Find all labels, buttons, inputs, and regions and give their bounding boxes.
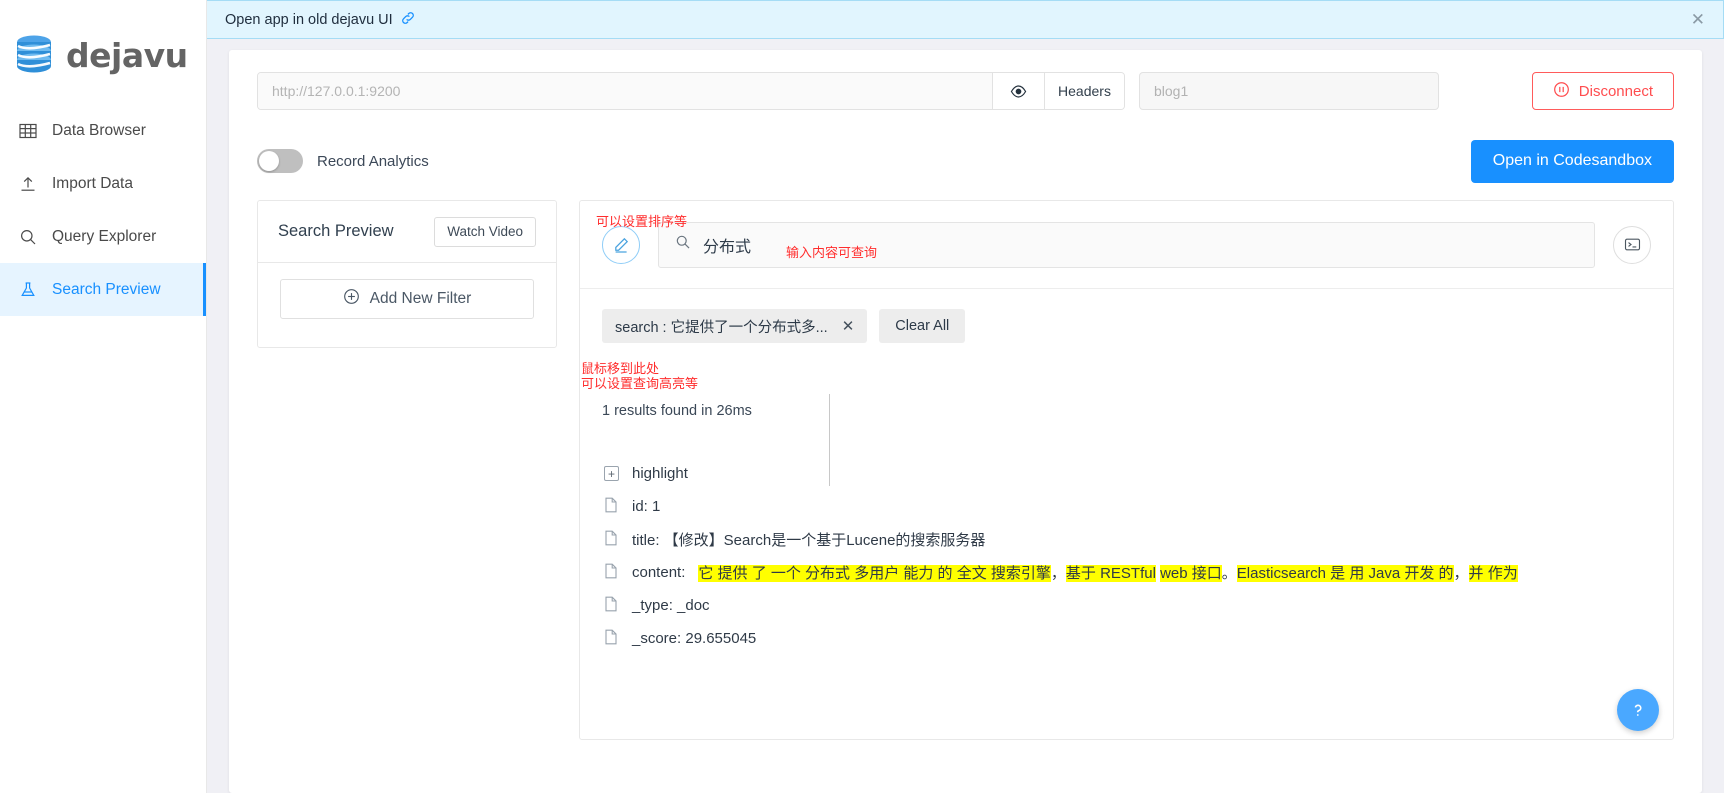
sidebar-item-label: Data Browser: [52, 121, 146, 139]
result-field-label: id: 1: [632, 498, 661, 515]
result-row: title: 【修改】Search是一个基于Lucene的搜索服务器: [592, 523, 1673, 556]
watch-video-button[interactable]: Watch Video: [434, 216, 536, 247]
sidebar-item-label: Query Explorer: [52, 227, 157, 245]
doc-icon: [604, 497, 619, 517]
doc-icon: [604, 563, 619, 583]
filter-chip[interactable]: search : 它提供了一个分布式多... ✕: [602, 309, 868, 343]
headers-button[interactable]: Headers: [1044, 73, 1124, 109]
plus-circle-icon: [343, 288, 360, 310]
search-preview-card-header: Search Preview Watch Video: [258, 201, 556, 263]
main-area: Open app in old dejavu UI ✕ http://127.0…: [207, 0, 1724, 793]
results-meta: 1 results found in 26ms: [602, 403, 752, 419]
filter-chip-label: search : 它提供了一个分布式多...: [615, 319, 828, 336]
result-row: _type: _doc: [592, 589, 1673, 622]
disconnect-label: Disconnect: [1578, 82, 1653, 100]
annotation-hover-here: 鼠标移到此处: [581, 362, 660, 377]
content-panel: Headers Disconnect Record Anal: [229, 50, 1702, 793]
sidebar-item-label: Search Preview: [52, 280, 161, 298]
add-new-filter-label: Add New Filter: [369, 290, 472, 307]
result-field-label: content:: [632, 564, 686, 581]
eye-icon[interactable]: [992, 73, 1044, 109]
result-field-label: _type: _doc: [632, 597, 710, 614]
result-row: content: 它 提供 了 一个 分布式 多用户 能力 的 全文 搜索引擎，…: [592, 556, 1673, 589]
brand-logo: dejavu: [0, 0, 206, 86]
plain-term: ，: [1050, 565, 1066, 582]
sidebar: dejavu Data Browser Import Data Query Ex…: [0, 0, 207, 793]
highlighted-term: 它 提供 了 一个 分布式 多用户 能力 的 全文 搜索引擎: [698, 565, 1051, 582]
search-icon: [675, 234, 691, 255]
banner-text: Open app in old dejavu UI: [225, 11, 393, 28]
brand-name: dejavu: [66, 35, 188, 75]
highlighted-term: 基于 RESTful: [1065, 565, 1156, 582]
close-icon[interactable]: ✕: [1687, 9, 1709, 30]
record-analytics-toggle[interactable]: [257, 149, 303, 173]
result-field-label: title: 【修改】Search是一个基于Lucene的搜索服务器: [632, 532, 986, 549]
plain-term: ，: [1453, 565, 1469, 582]
clear-all-button[interactable]: Clear All: [879, 309, 966, 343]
sidebar-item-data-browser[interactable]: Data Browser: [0, 104, 206, 157]
sidebar-item-query-explorer[interactable]: Query Explorer: [0, 210, 206, 263]
connection-row: Headers Disconnect: [257, 72, 1674, 110]
preview-columns: Search Preview Watch Video Add New Filte…: [257, 200, 1674, 740]
result-field-label: highlight: [632, 465, 688, 482]
card-title: Search Preview: [278, 222, 394, 240]
doc-icon: [604, 530, 619, 550]
search-query-value: 分布式: [703, 238, 752, 256]
active-filters-row: search : 它提供了一个分布式多... ✕ Clear All: [580, 289, 1673, 343]
result-row[interactable]: + highlight: [592, 457, 1673, 490]
highlighted-term: Elasticsearch 是 用 Java 开发 的: [1236, 565, 1454, 582]
search-preview-card-body: Add New Filter: [258, 263, 556, 335]
terminal-icon[interactable]: [1613, 225, 1651, 264]
sidebar-item-label: Import Data: [52, 174, 133, 192]
open-in-codesandbox-button[interactable]: Open in Codesandbox: [1470, 139, 1674, 183]
index-input[interactable]: [1139, 72, 1439, 110]
flask-icon: [18, 280, 38, 300]
result-field-highlighted-value: 它 提供 了 一个 分布式 多用户 能力 的 全文 搜索引擎，基于 RESTfu…: [698, 562, 1518, 583]
toggle-knob: [259, 151, 279, 171]
close-icon[interactable]: ✕: [842, 317, 855, 335]
result-field-label: _score: 29.655045: [632, 630, 757, 647]
annotation-sort: 可以设置排序等: [596, 215, 688, 230]
result-list: + highlight id: 1 title: 【修改】Search是一个基于…: [592, 457, 1673, 655]
link-icon[interactable]: [401, 11, 415, 28]
annotation-leader-line: [829, 394, 830, 486]
old-ui-banner: Open app in old dejavu UI ✕: [207, 0, 1724, 39]
sidebar-item-import-data[interactable]: Import Data: [0, 157, 206, 210]
highlighted-term: web 接口: [1160, 565, 1222, 582]
annotation-type-to-search: 输入内容可查询: [786, 246, 878, 261]
search-preview-card: Search Preview Watch Video Add New Filte…: [257, 200, 557, 348]
highlighted-term: 并 作为: [1468, 565, 1518, 582]
doc-icon: [604, 629, 619, 649]
analytics-row: Record Analytics Open in Codesandbox: [257, 139, 1674, 183]
result-row: id: 1: [592, 490, 1673, 523]
sidebar-nav: Data Browser Import Data Query Explorer: [0, 104, 206, 316]
search-row: 分布式: [580, 201, 1673, 289]
sidebar-item-search-preview[interactable]: Search Preview: [0, 263, 206, 316]
doc-icon: [604, 596, 619, 616]
help-icon[interactable]: [1617, 689, 1659, 731]
search-icon: [18, 227, 38, 247]
record-analytics-label: Record Analytics: [317, 152, 429, 170]
plain-term: 。: [1221, 565, 1237, 582]
cluster-url-group: Headers: [257, 72, 1125, 110]
results-card: 分布式 search : 它提供了一个分布式多... ✕ Clear All 1…: [579, 200, 1674, 740]
result-row: _score: 29.655045: [592, 622, 1673, 655]
annotation-highlight-setting: 可以设置查询高亮等: [581, 377, 699, 392]
upload-icon: [18, 174, 38, 194]
plus-box-icon[interactable]: +: [604, 466, 619, 481]
cluster-url-input[interactable]: [258, 73, 992, 109]
pause-circle-icon: [1553, 81, 1570, 102]
app-root: dejavu Data Browser Import Data Query Ex…: [0, 0, 1724, 793]
dejavu-database-icon: [14, 34, 54, 76]
table-icon: [18, 121, 38, 141]
add-new-filter-button[interactable]: Add New Filter: [280, 279, 534, 319]
disconnect-button[interactable]: Disconnect: [1531, 72, 1674, 110]
pencil-icon[interactable]: [602, 225, 640, 264]
